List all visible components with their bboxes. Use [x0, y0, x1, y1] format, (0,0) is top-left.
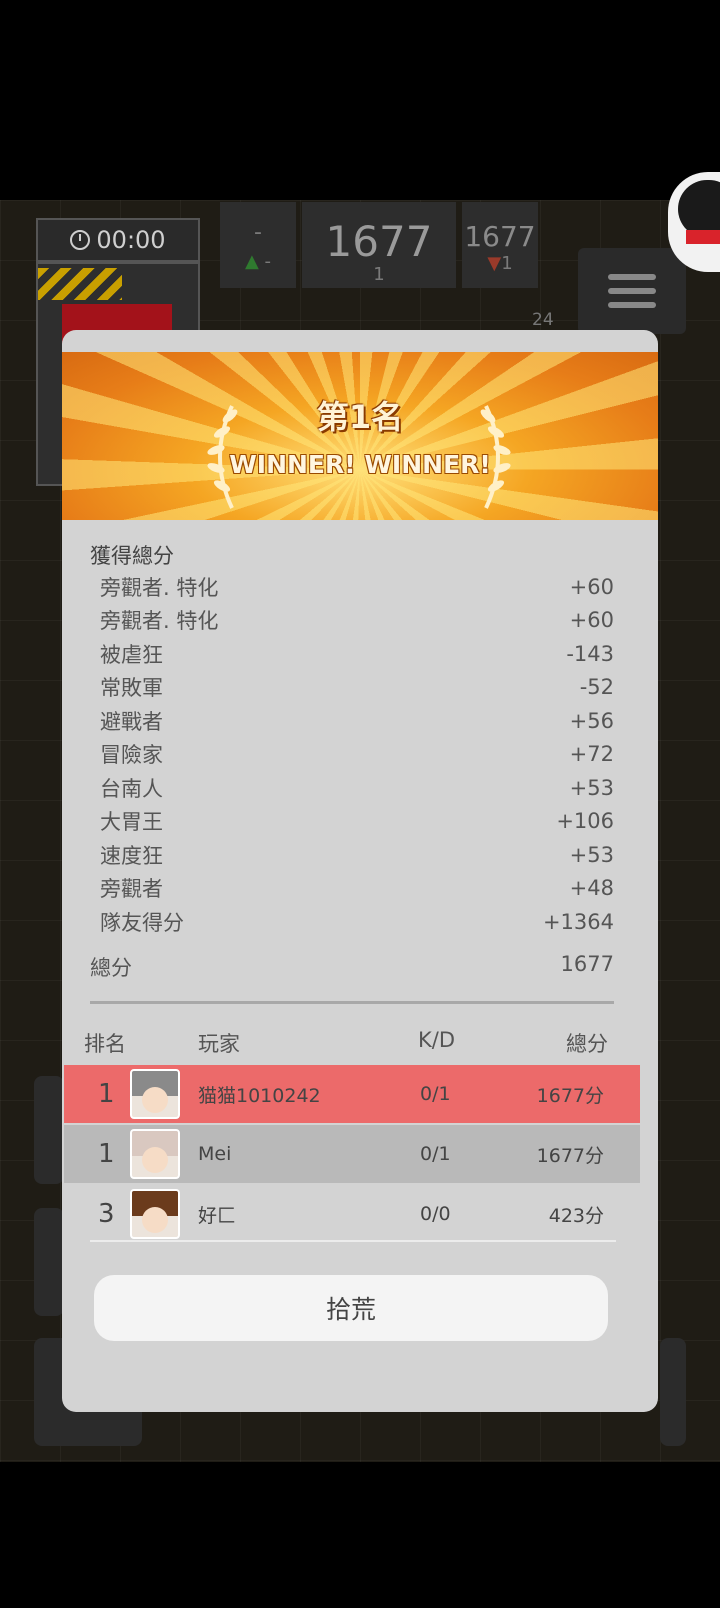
ranking-row[interactable]: 1 Mei 0/1 1677分 — [64, 1125, 640, 1183]
score-item-value: +48 — [569, 876, 614, 901]
row-player: Mei — [198, 1143, 232, 1165]
ranking-table-header: 排名 玩家 K/D 總分 — [62, 1028, 658, 1060]
header-kd: K/D — [418, 1028, 456, 1052]
row-kd: 0/1 — [420, 1083, 451, 1105]
row-player: 猫猫1010242 — [198, 1084, 321, 1107]
score-item-label: 旁觀者. 特化 — [100, 575, 219, 600]
score-item: 冒險家 +72 — [100, 738, 614, 772]
score-item-label: 被虐狂 — [100, 642, 163, 667]
hud-stat-1-top: - — [254, 220, 262, 245]
score-item-value: -52 — [579, 675, 614, 700]
ranking-row[interactable]: 1 猫猫1010242 0/1 1677分 — [64, 1065, 640, 1123]
timer-display: 00:00 — [36, 218, 200, 262]
hud-stat-2-sub: 1 — [373, 264, 385, 285]
score-item-label: 旁觀者 — [100, 877, 163, 902]
side-panel-left-2 — [34, 1208, 64, 1316]
hud-stat-1: - ▲ - — [220, 202, 296, 288]
row-rank: 1 — [98, 1079, 115, 1109]
hud-stat-2-value: 1677 — [325, 217, 433, 266]
score-item-value: +60 — [569, 608, 614, 633]
score-item-value: +60 — [569, 574, 614, 599]
hud-stat-3-sub: ▼1 — [487, 253, 513, 274]
side-panel-right — [660, 1338, 686, 1446]
score-item-value: +1364 — [542, 909, 614, 934]
score-item-label: 冒險家 — [100, 743, 163, 768]
menu-icon — [608, 274, 656, 280]
placement-title: 第1名 — [316, 398, 404, 436]
row-player: 好匚 — [198, 1204, 237, 1227]
score-item-label: 隊友得分 — [100, 910, 184, 935]
score-item: 大胃王 +106 — [100, 805, 614, 839]
score-item-value: -143 — [566, 641, 614, 666]
score-item-value: +53 — [569, 842, 614, 867]
results-modal: 第1名 WINNER! WINNER! 獲得總分 旁觀者. 特化 +60 旁觀者. … — [62, 330, 658, 1412]
row-kd: 0/0 — [420, 1203, 451, 1225]
score-breakdown-list: 旁觀者. 特化 +60 旁觀者. 特化 +60 被虐狂 -143 常敗軍 -52 避戰者 +56 冒… — [100, 570, 614, 939]
clock-icon — [70, 230, 91, 250]
header-player: 玩家 — [198, 1032, 240, 1056]
board-hazard-stripe — [38, 268, 122, 300]
score-item-value: +53 — [569, 775, 614, 800]
score-item: 台南人 +53 — [100, 771, 614, 805]
score-item: 被虐狂 -143 — [100, 637, 614, 671]
score-item: 速度狂 +53 — [100, 838, 614, 872]
score-item-label: 旁觀者. 特化 — [100, 609, 219, 634]
penguin-mascot-icon[interactable] — [668, 172, 720, 272]
total-score-row: 總分 1677 — [90, 952, 614, 982]
row-rank: 3 — [98, 1199, 115, 1229]
score-item-value: +106 — [556, 809, 614, 834]
winner-subtitle: WINNER! WINNER! — [229, 450, 491, 479]
score-item-label: 台南人 — [100, 776, 163, 801]
player-avatar — [130, 1069, 180, 1119]
hud-stat-3-value: 1677 — [464, 220, 536, 253]
player-avatar — [130, 1189, 180, 1239]
hud-stat-3: 1677 ▼1 — [462, 202, 538, 288]
score-item: 旁觀者. 特化 +60 — [100, 570, 614, 604]
header-rank: 排名 — [84, 1032, 126, 1056]
hud-stat-2: 1677 1 — [302, 202, 456, 288]
score-item: 旁觀者. 特化 +60 — [100, 604, 614, 638]
side-panel-left-1 — [34, 1076, 64, 1184]
winner-banner: 第1名 WINNER! WINNER! — [62, 352, 658, 520]
score-item: 旁觀者 +48 — [100, 872, 614, 906]
menu-button[interactable] — [578, 248, 686, 334]
score-item-label: 常敗軍 — [100, 676, 163, 701]
score-item-value: +72 — [569, 742, 614, 767]
row-score: 423分 — [548, 1204, 604, 1227]
score-item-label: 速度狂 — [100, 843, 163, 868]
header-score: 總分 — [566, 1032, 608, 1056]
player-avatar — [130, 1129, 180, 1179]
list-bottom-divider — [90, 1240, 616, 1242]
total-score-label: 總分 — [90, 956, 132, 980]
scavenge-button[interactable]: 拾荒 — [94, 1275, 608, 1341]
divider — [90, 1001, 614, 1004]
timer-text: 00:00 — [96, 226, 166, 254]
total-score-value: 1677 — [560, 952, 614, 976]
row-score: 1677分 — [536, 1084, 604, 1107]
score-item-label: 大胃王 — [100, 810, 163, 835]
row-rank: 1 — [98, 1139, 115, 1169]
ranking-row[interactable]: 3 好匚 0/0 423分 — [64, 1185, 640, 1243]
score-item: 隊友得分 +1364 — [100, 905, 614, 939]
row-kd: 0/1 — [420, 1143, 451, 1165]
score-item-label: 避戰者 — [100, 709, 163, 734]
row-score: 1677分 — [536, 1144, 604, 1167]
score-item: 避戰者 +56 — [100, 704, 614, 738]
score-section-label: 獲得總分 — [90, 544, 174, 568]
score-item-value: +56 — [569, 708, 614, 733]
hud-stat-1-bottom: ▲ - — [244, 251, 272, 272]
score-item: 常敗軍 -52 — [100, 671, 614, 705]
hud-counter: 24 — [532, 310, 554, 330]
